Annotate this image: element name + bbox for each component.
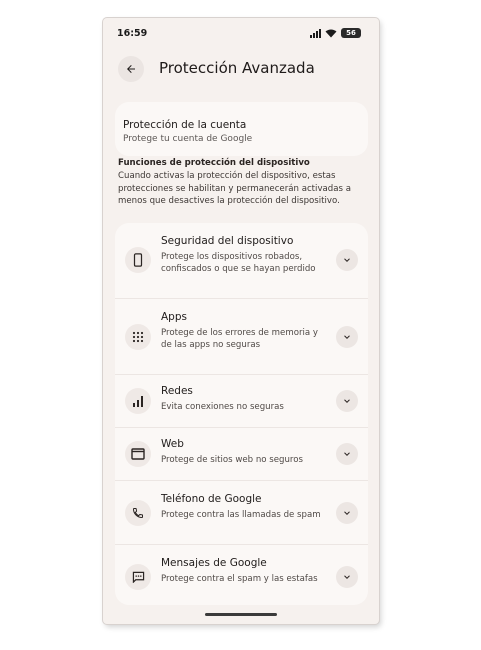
expand-button[interactable] <box>336 390 358 412</box>
signal-bars-icon <box>125 388 151 414</box>
feature-title: Teléfono de Google <box>161 493 262 505</box>
status-icons: 56 <box>310 28 361 38</box>
feature-description: Protege contra el spam y las estafas <box>161 574 318 584</box>
account-protection-subtitle: Protege tu cuenta de Google <box>123 134 253 144</box>
top-app-bar: Protección Avanzada <box>103 56 379 100</box>
feature-row-apps[interactable]: Apps Protege de los errores de memoria y… <box>115 298 368 375</box>
feature-description: Evita conexiones no seguras <box>161 402 284 412</box>
feature-row-device-security[interactable]: Seguridad del dispositivo Protege los di… <box>115 223 368 298</box>
expand-button[interactable] <box>336 326 358 348</box>
back-button[interactable] <box>118 56 144 82</box>
device-section-description: Cuando activas la protección del disposi… <box>118 171 351 206</box>
chevron-down-icon <box>344 335 350 339</box>
features-list: Seguridad del dispositivo Protege los di… <box>115 223 368 605</box>
expand-button[interactable] <box>336 443 358 465</box>
feature-row-networks[interactable]: Redes Evita conexiones no seguras <box>115 374 368 428</box>
battery-indicator: 56 <box>341 28 361 38</box>
feature-description: Protege de sitios web no seguros <box>161 455 304 465</box>
expand-button[interactable] <box>336 566 358 588</box>
feature-row-google-phone[interactable]: Teléfono de Google Protege contra las ll… <box>115 480 368 545</box>
expand-button[interactable] <box>336 249 358 271</box>
page-title: Protección Avanzada <box>159 59 315 77</box>
status-time: 16:59 <box>117 28 148 39</box>
feature-row-google-messages[interactable]: Mensajes de Google Protege contra el spa… <box>115 544 368 605</box>
feature-title: Seguridad del dispositivo <box>161 235 294 247</box>
feature-description: Protege contra las llamadas de spam <box>161 510 321 520</box>
cell-signal-icon <box>310 28 321 38</box>
chevron-down-icon <box>344 399 350 403</box>
status-bar: 16:59 56 <box>103 18 379 52</box>
chevron-down-icon <box>344 452 350 456</box>
feature-title: Mensajes de Google <box>161 557 267 569</box>
feature-description: Protege los dispositivos robados, confis… <box>161 252 316 274</box>
apps-grid-icon <box>125 324 151 350</box>
device-section-title: Funciones de protección del dispositivo <box>118 158 310 168</box>
feature-title: Redes <box>161 385 193 397</box>
expand-button[interactable] <box>336 502 358 524</box>
back-arrow-icon <box>127 65 135 73</box>
call-icon <box>125 500 151 526</box>
wifi-icon <box>325 29 337 37</box>
feature-description: Protege de los errores de memoria y de l… <box>161 328 318 350</box>
chevron-down-icon <box>344 575 350 579</box>
chevron-down-icon <box>344 511 350 515</box>
feature-title: Apps <box>161 311 187 323</box>
message-icon <box>125 564 151 590</box>
phone-icon <box>125 247 151 273</box>
account-protection-card[interactable]: Protección de la cuenta Protege tu cuent… <box>115 102 368 156</box>
feature-title: Web <box>161 438 184 450</box>
home-indicator[interactable] <box>205 613 277 616</box>
account-protection-title: Protección de la cuenta <box>123 119 247 131</box>
chevron-down-icon <box>344 258 350 262</box>
feature-row-web[interactable]: Web Protege de sitios web no seguros <box>115 427 368 481</box>
phone-screen: 16:59 56 Protección Avanzada Protección … <box>103 18 379 624</box>
browser-window-icon <box>125 441 151 467</box>
